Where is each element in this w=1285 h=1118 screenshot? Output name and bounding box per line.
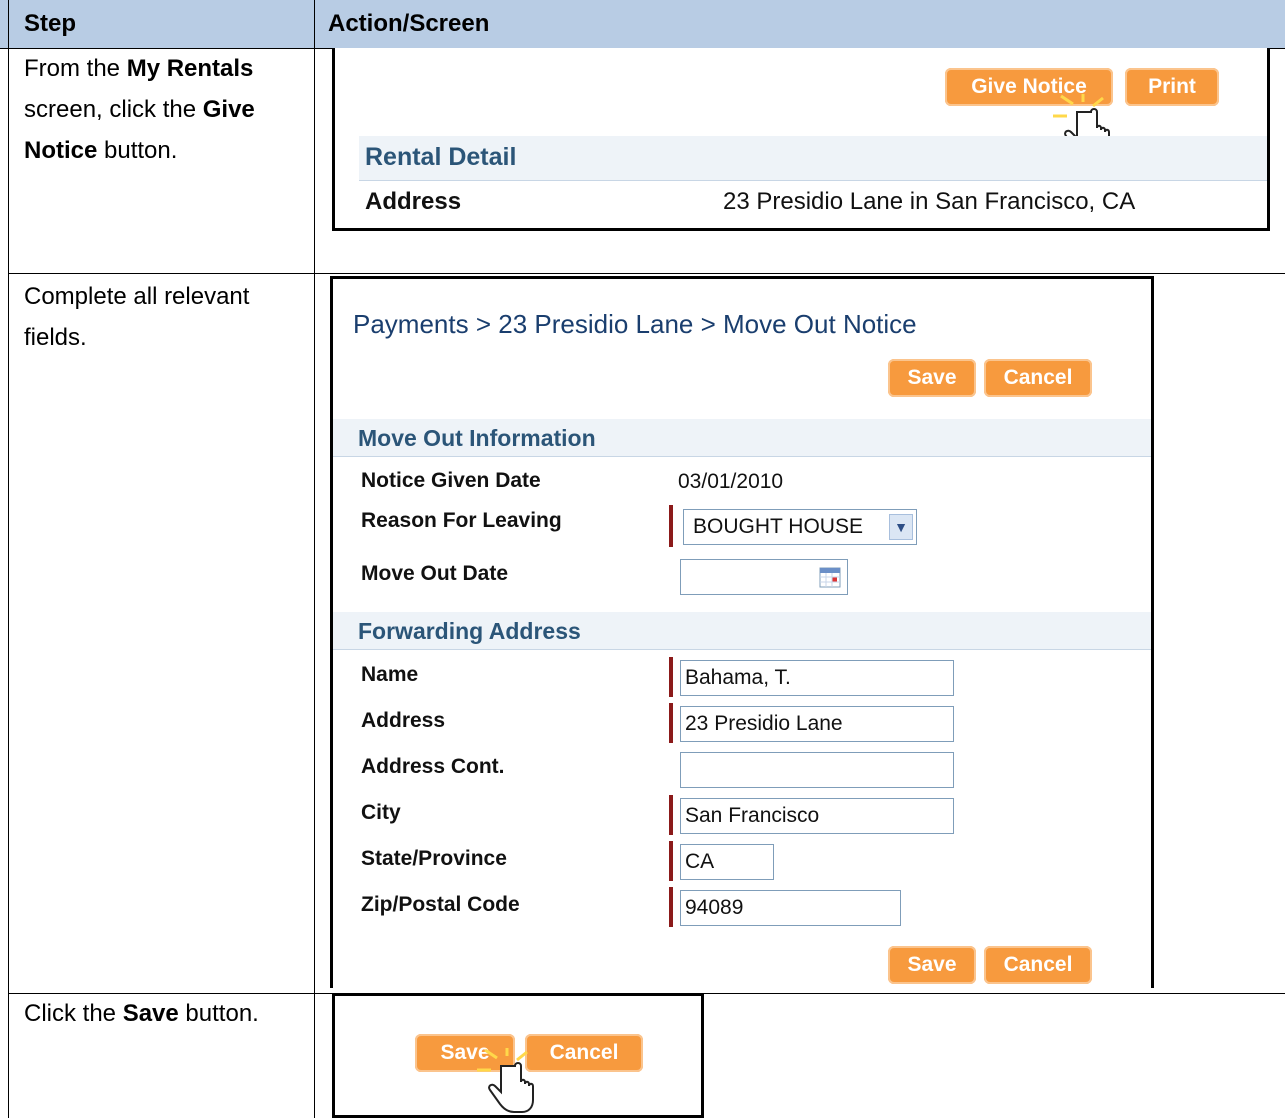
step-1-part: From the	[24, 55, 127, 82]
pointer-hand-icon	[477, 1048, 534, 1113]
state-province-input[interactable]: CA	[680, 844, 774, 880]
move-out-date-label: Move Out Date	[361, 562, 509, 585]
step-3-part: Click the	[24, 1000, 123, 1027]
required-marker	[669, 703, 673, 743]
required-marker	[669, 657, 673, 697]
rental-detail-title: Rental Detail	[365, 143, 517, 171]
step-1-part: screen, click the	[24, 96, 203, 123]
header-step: Step	[24, 10, 77, 37]
address-input[interactable]: 23 Presidio Lane	[680, 706, 954, 742]
step-3-text: Click the Save button.	[24, 993, 304, 1034]
table-header-row: Step Action/Screen	[0, 0, 1285, 49]
table-column-divider	[314, 0, 315, 1118]
step-3-bold-save: Save	[122, 1000, 179, 1027]
notice-given-date-label: Notice Given Date	[361, 469, 541, 492]
address-label: Address	[365, 188, 462, 215]
name-label: Name	[361, 663, 419, 686]
header-action-screen: Action/Screen	[328, 10, 490, 37]
step-2-text: Complete all relevant fields.	[24, 283, 250, 351]
cancel-button-bottom[interactable]: Cancel	[984, 946, 1092, 984]
forwarding-address-header: Forwarding Address	[333, 612, 1151, 650]
breadcrumb: Payments > 23 Presidio Lane > Move Out N…	[353, 309, 917, 339]
address-value: 23 Presidio Lane in San Francisco, CA	[723, 188, 1136, 215]
save-button-bottom[interactable]: Save	[888, 946, 976, 984]
cancel-button-top[interactable]: Cancel	[984, 359, 1092, 397]
address-cont-label: Address Cont.	[361, 755, 505, 778]
required-marker	[669, 841, 673, 881]
move-out-date-input[interactable]	[680, 559, 848, 595]
required-marker	[669, 795, 673, 835]
table-border-left	[8, 0, 9, 1118]
state-province-label: State/Province	[361, 847, 507, 870]
save-button-top[interactable]: Save	[888, 359, 976, 397]
reason-for-leaving-label: Reason For Leaving	[361, 509, 562, 532]
step-1-bold-my-rentals: My Rentals	[126, 55, 254, 82]
required-marker	[669, 887, 673, 927]
address-cont-input[interactable]	[680, 752, 954, 788]
step-1-part: button.	[97, 137, 178, 164]
screenshot-move-out-notice: Payments > 23 Presidio Lane > Move Out N…	[330, 276, 1154, 988]
row-divider-1	[8, 273, 1285, 274]
required-marker	[669, 505, 673, 547]
step-1-text: From the My Rentals screen, click the Gi…	[24, 48, 304, 171]
zip-postal-code-label: Zip/Postal Code	[361, 893, 520, 916]
reason-for-leaving-select[interactable]: BOUGHT HOUSE ▼	[683, 509, 917, 545]
address-label: Address	[361, 709, 446, 732]
move-out-information-header: Move Out Information	[333, 419, 1151, 457]
print-button[interactable]: Print	[1125, 68, 1219, 106]
notice-given-date-value: 03/01/2010	[678, 470, 784, 493]
screenshot-save-click: Save Cancel	[332, 993, 704, 1118]
name-input[interactable]: Bahama, T.	[680, 660, 954, 696]
reason-selected-value: BOUGHT HOUSE	[693, 515, 863, 538]
screenshot-my-rentals: Give Notice Print Rental Detail Address …	[332, 48, 1270, 231]
step-3-part: button.	[178, 1000, 259, 1027]
rental-detail-section: Rental Detail	[359, 136, 1267, 181]
zip-postal-code-input[interactable]: 94089	[680, 890, 901, 926]
cancel-button[interactable]: Cancel	[525, 1034, 643, 1072]
dropdown-arrow-icon[interactable]: ▼	[889, 514, 913, 540]
city-label: City	[361, 801, 401, 824]
calendar-icon[interactable]	[819, 566, 841, 588]
city-input[interactable]: San Francisco	[680, 798, 954, 834]
